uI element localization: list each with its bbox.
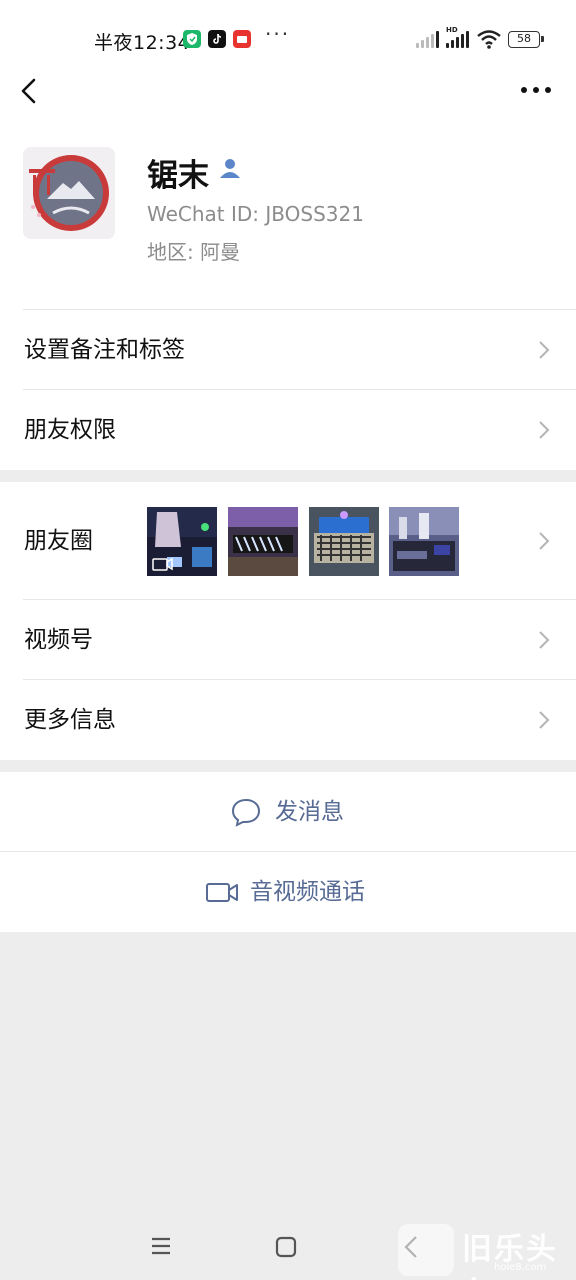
moment-thumbnail-4: [389, 507, 459, 576]
moment-thumbnail-3: [309, 507, 379, 576]
wechat-id: WeChat ID: JBOSS321: [147, 202, 364, 226]
row-remark-tags[interactable]: 设置备注和标签: [0, 310, 576, 390]
person-icon: [218, 156, 242, 180]
home-icon[interactable]: [275, 1236, 297, 1258]
more-button[interactable]: [518, 80, 554, 100]
status-time: 半夜12:34: [94, 32, 191, 54]
row-label: 朋友权限: [24, 417, 116, 443]
wifi-icon: [476, 28, 502, 54]
row-channels[interactable]: 视频号: [0, 600, 576, 680]
more-dots-icon: [521, 87, 551, 93]
chevron-right-icon: [539, 532, 550, 550]
profile-name: 锯末: [147, 158, 209, 194]
back-button[interactable]: [18, 76, 42, 106]
chevron-right-icon: [539, 341, 550, 359]
avatar[interactable]: [23, 147, 115, 239]
nav-bar: [0, 60, 576, 120]
row-more-info[interactable]: 更多信息: [0, 680, 576, 760]
red-app-icon: [233, 30, 251, 48]
chevron-right-icon: [539, 711, 550, 729]
video-camera-icon: [206, 883, 238, 902]
battery-indicator: 58: [508, 31, 544, 48]
more-notifications-icon: ···: [265, 22, 291, 46]
watermark: 旧乐头条 hole8.com: [398, 1222, 576, 1280]
chevron-right-icon: [539, 631, 550, 649]
row-label: 朋友圈: [24, 528, 93, 554]
watermark-url: hole8.com: [494, 1262, 547, 1273]
region: 地区: 阿曼: [147, 240, 241, 264]
chevron-right-icon: [539, 421, 550, 439]
row-moments[interactable]: 朋友圈: [0, 482, 576, 600]
video-call-label: 音视频通话: [250, 879, 365, 905]
video-call-button[interactable]: 音视频通话: [0, 852, 576, 932]
moment-thumbnail-1: [147, 507, 217, 576]
watermark-logo: [398, 1224, 454, 1276]
signal-icon-1: [416, 30, 440, 48]
row-label: 更多信息: [24, 707, 116, 733]
row-label: 视频号: [24, 627, 93, 653]
menu-icon[interactable]: [150, 1236, 172, 1256]
tiktok-icon: [208, 30, 226, 48]
chevron-left-icon: [21, 78, 36, 104]
security-app-icon: [183, 30, 201, 48]
row-friend-permissions[interactable]: 朋友权限: [0, 390, 576, 470]
profile-header: 锯末 WeChat ID: JBOSS321 地区: 阿曼: [0, 120, 576, 310]
signal-icon-2: [446, 30, 470, 48]
chat-bubble-icon: [231, 798, 261, 827]
send-message-label: 发消息: [275, 799, 344, 825]
moment-thumbnail-2: [228, 507, 298, 576]
row-label: 设置备注和标签: [24, 337, 185, 363]
send-message-button[interactable]: 发消息: [0, 772, 576, 852]
